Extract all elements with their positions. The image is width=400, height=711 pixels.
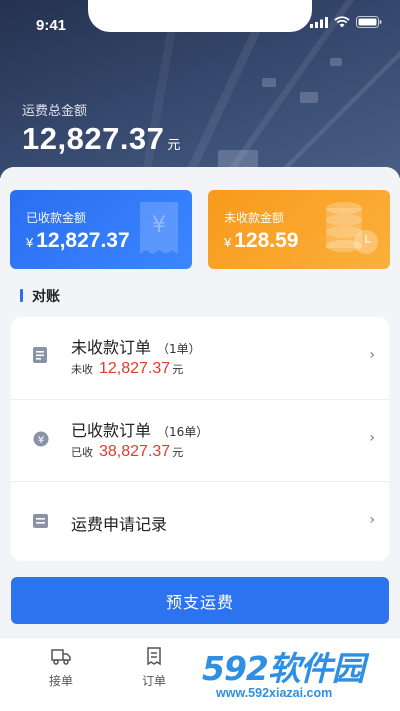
pending-amount-label: 未收款金额 <box>224 211 285 225</box>
tab-orders-label: 订单 <box>141 674 166 688</box>
paid-sub-label: 已收 <box>71 446 93 459</box>
pending-amount-value: ¥128.59 <box>224 229 298 253</box>
unpaid-sub-label: 未收 <box>71 363 93 376</box>
order-list-icon <box>147 647 161 666</box>
list-item-unpaid-orders[interactable]: 未收款订单 （1单） 未收 12,827.37 元 › <box>11 317 389 399</box>
vehicle-shape <box>300 92 318 103</box>
truck-icon <box>51 649 71 665</box>
paid-amount: 38,827.37 <box>99 443 171 460</box>
tab-orders[interactable]: 订单 <box>124 646 184 689</box>
tab-accept-orders-label: 接单 <box>48 674 73 688</box>
header-banner: 9:41 运费总金额 12,827.37 元 <box>0 0 400 178</box>
unpaid-orders-summary: 未收 12,827.37 元 <box>71 360 183 378</box>
list-item-freight-records[interactable]: 运费申请记录 › <box>11 481 389 561</box>
watermark: 592软件园 www.592xiazai.com <box>196 642 396 706</box>
watermark-url: www.592xiazai.com <box>216 686 333 700</box>
received-currency: ¥ <box>26 235 34 250</box>
tab-accept-orders[interactable]: 接单 <box>31 646 91 689</box>
svg-text:¥: ¥ <box>152 213 166 238</box>
receipt-deco-icon: ¥ <box>140 202 178 254</box>
total-freight-unit: 元 <box>167 137 181 152</box>
freight-records-title: 运费申请记录 <box>71 515 168 534</box>
chevron-right-icon: › <box>369 347 375 363</box>
received-amount-card[interactable]: ¥ 已收款金额 ¥12,827.37 <box>10 190 192 269</box>
battery-icon <box>356 16 382 28</box>
total-freight-value: 12,827.37 <box>22 121 165 156</box>
status-time: 9:41 <box>36 17 67 34</box>
list-item-paid-orders[interactable]: ¥ 已收款订单 （16单） 已收 38,827.37 元 › <box>11 399 389 481</box>
order-doc-icon <box>33 347 47 363</box>
reconcile-list: 未收款订单 （1单） 未收 12,827.37 元 › ¥ 已收款订单 （16单） 已收… <box>11 317 389 561</box>
total-freight-amount: 12,827.37 元 <box>22 121 181 157</box>
watermark-brand: 592软件园 <box>202 649 365 688</box>
record-doc-icon <box>33 514 48 528</box>
section-title-reconcile: 对账 <box>20 286 60 306</box>
received-value: 12,827.37 <box>36 229 130 252</box>
vehicle-shape <box>330 58 342 66</box>
pending-currency: ¥ <box>224 235 232 250</box>
advance-freight-button[interactable]: 预支运费 <box>11 577 389 624</box>
unpaid-orders-count: （1单） <box>157 342 201 356</box>
paid-orders-summary: 已收 38,827.37 元 <box>71 443 183 461</box>
unpaid-unit: 元 <box>172 363 184 376</box>
status-bar: 9:41 <box>0 0 400 44</box>
vehicle-shape <box>262 78 276 87</box>
pending-value: 128.59 <box>234 229 299 252</box>
paid-unit: 元 <box>172 446 184 459</box>
paid-orders-label: 已收款订单 <box>71 421 152 440</box>
paid-orders-title: 已收款订单 （16单） <box>71 417 208 441</box>
unpaid-orders-title: 未收款订单 （1单） <box>71 334 201 358</box>
svg-text:¥: ¥ <box>38 435 44 446</box>
chevron-right-icon: › <box>369 430 375 446</box>
received-amount-value: ¥12,827.37 <box>26 229 130 253</box>
pending-amount-card[interactable]: 未收款金额 ¥128.59 <box>208 190 390 269</box>
unpaid-amount: 12,827.37 <box>99 360 171 377</box>
total-freight-label: 运费总金额 <box>22 104 88 119</box>
wifi-icon <box>334 16 350 28</box>
paid-orders-count: （16单） <box>157 425 209 439</box>
yuan-coin-icon: ¥ <box>33 431 49 447</box>
unpaid-orders-label: 未收款订单 <box>71 338 152 357</box>
chevron-right-icon: › <box>369 512 375 528</box>
coins-deco-icon <box>326 202 378 254</box>
received-amount-label: 已收款金额 <box>26 211 87 225</box>
signal-icon <box>310 16 328 28</box>
